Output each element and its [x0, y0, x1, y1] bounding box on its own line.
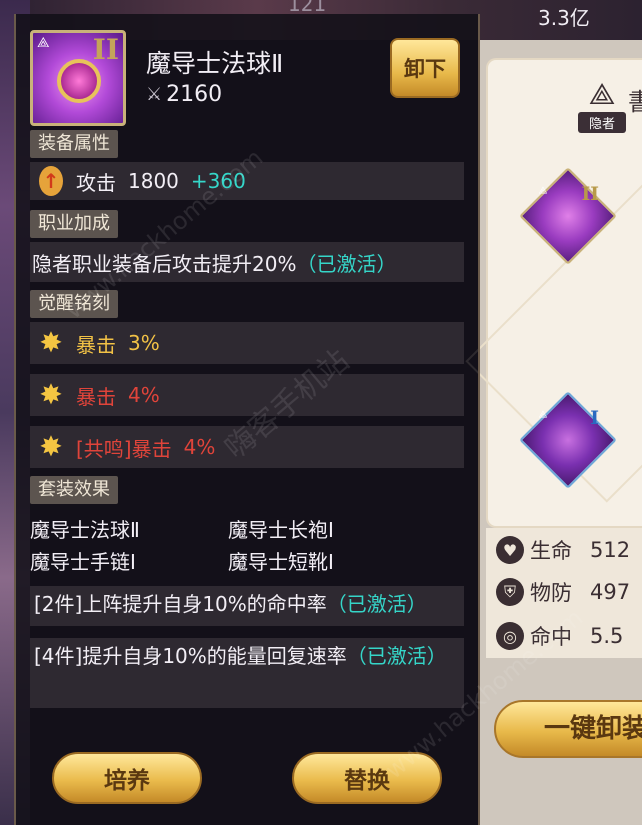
set-bonus-text: [4件]提升自身10%的能量回复速率: [34, 644, 347, 668]
slot-tier: II: [581, 183, 599, 206]
awaken-value: 4%: [183, 435, 216, 459]
set-item-3: 魔导士手链Ⅰ: [30, 550, 136, 574]
class-mark-icon: ⟁: [37, 35, 50, 51]
class-mark-icon: ⟁: [538, 185, 548, 197]
attack-label: 攻击: [76, 170, 116, 195]
class-emblem: ⟁ 隐者: [578, 78, 626, 138]
slot-tier: I: [590, 407, 599, 430]
set-item-2: 魔导士长袍Ⅰ: [228, 518, 334, 542]
awaken-text: 暴击: [76, 384, 116, 409]
stat-hp: ♥ 生命 512: [496, 532, 630, 568]
sword-icon: ↑: [39, 166, 63, 196]
hermit-class-icon: ⟁: [588, 77, 616, 112]
power-value: 2160: [166, 82, 223, 107]
set-bonus-text: [2件]上阵提升自身10%的命中率: [34, 592, 327, 616]
class-label: 隐者: [578, 112, 626, 133]
job-bonus-status: （已激活）: [296, 251, 397, 276]
set-item-1: 魔导士法球Ⅱ: [30, 518, 140, 542]
stat-value: 5.5: [590, 624, 624, 648]
awaken-value: 4%: [128, 383, 160, 407]
attack-base: 1800: [128, 169, 179, 193]
burst-icon: ✸: [39, 430, 63, 463]
stat-label: 生命: [530, 539, 572, 563]
item-name: 魔导士法球Ⅱ: [146, 49, 284, 78]
awaken-text: 暴击: [76, 332, 116, 357]
heart-icon: ♥: [496, 536, 524, 564]
burst-icon: ✸: [39, 326, 63, 359]
stat-value: 497: [590, 580, 631, 604]
train-button[interactable]: 培养: [52, 752, 202, 804]
set-item-4: 魔导士短靴Ⅰ: [228, 550, 334, 574]
item-tier: II: [92, 33, 119, 66]
section-equip-attr: 装备属性: [30, 130, 118, 158]
unequip-button[interactable]: 卸下: [390, 38, 460, 98]
burst-icon: ✸: [39, 378, 63, 411]
awaken-row-1: ✸ 暴击 3%: [30, 322, 464, 364]
unequip-all-button[interactable]: 一键卸装: [494, 700, 642, 758]
set-bonus-4: [4件]提升自身10%的能量回复速率（已激活）: [30, 638, 464, 708]
section-set-effect: 套装效果: [30, 476, 118, 504]
attack-icon-wrap: ↑: [36, 166, 66, 196]
awaken-value: 3%: [128, 331, 160, 355]
set-bonus-status: （已激活）: [346, 644, 447, 668]
section-job-bonus: 职业加成: [30, 210, 118, 238]
stat-value: 512: [590, 538, 631, 562]
set-bonus-2: [2件]上阵提升自身10%的命中率（已激活）: [30, 586, 464, 626]
crossed-swords-icon: ⚔: [146, 84, 163, 105]
set-bonus-status: （已激活）: [326, 592, 427, 616]
shield-icon: ⛨: [496, 578, 524, 606]
awaken-text: [共鸣]暴击: [76, 436, 172, 461]
stat-label: 物防: [530, 581, 572, 605]
class-mark-icon: ⟁: [538, 409, 548, 421]
item-icon: ⟁ II: [30, 30, 126, 126]
stat-pdef: ⛨ 物防 497: [496, 574, 630, 610]
gold-amount: 3.3亿: [538, 6, 590, 30]
right-title: 書: [628, 88, 642, 116]
item-power: ⚔ 2160: [146, 82, 222, 107]
